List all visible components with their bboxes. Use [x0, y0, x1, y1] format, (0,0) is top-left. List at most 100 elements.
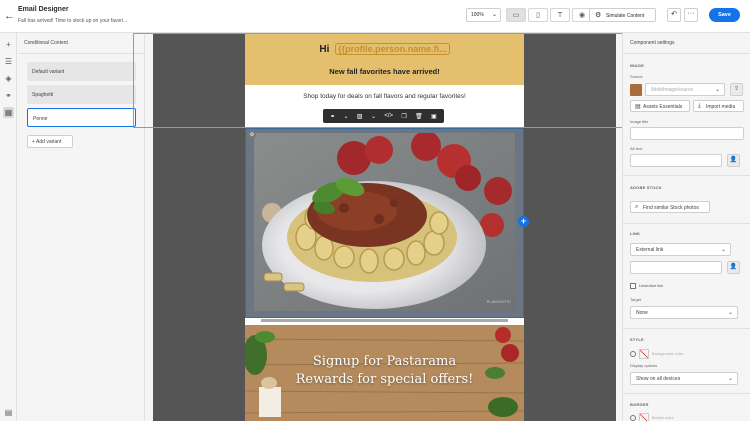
- chevron-down-icon: ⌄: [714, 87, 720, 93]
- color-swatch-none[interactable]: [639, 349, 649, 359]
- toggle-icon: [630, 415, 636, 421]
- source-value: /blob/image/source: [651, 87, 694, 93]
- divider: [623, 328, 750, 329]
- source-field[interactable]: /blob/image/source ⌄: [645, 83, 725, 96]
- personalization-token[interactable]: {{profile.person.name.fi...: [335, 43, 450, 55]
- gear-icon[interactable]: ⚙: [248, 131, 256, 139]
- banner-line-1: Signup for Pastarama: [312, 354, 457, 369]
- add-block-icon[interactable]: +: [518, 216, 529, 227]
- background-color-row[interactable]: Background color: [630, 349, 683, 359]
- eye-icon: ◉: [578, 12, 586, 19]
- simulate-label: Simulate Content: [606, 13, 645, 19]
- settings-rail-icon[interactable]: ▤: [3, 407, 14, 418]
- display-options-select[interactable]: Show on all devices ⌄: [630, 372, 738, 385]
- delete-icon[interactable]: 🗑: [415, 113, 423, 120]
- import-icon: ⤓: [698, 103, 701, 109]
- image-icon[interactable]: ▨: [357, 113, 363, 120]
- border-section-title: BORDER: [630, 402, 649, 407]
- variant-spaghetti[interactable]: Spaghetti: [27, 85, 136, 104]
- alt-text-field[interactable]: [630, 154, 722, 167]
- shop-text[interactable]: Shop today for deals on fall flavors and…: [245, 93, 524, 100]
- link-url-field[interactable]: [630, 261, 722, 274]
- image-credit: PLANTASTIC: [486, 299, 511, 304]
- variant-default[interactable]: Default variant: [27, 62, 136, 81]
- underline-label: Underline link: [639, 283, 664, 288]
- adobe-stock-section-title: ADOBE STOCK: [630, 185, 662, 190]
- back-arrow-icon[interactable]: ←: [4, 10, 15, 22]
- chevron-down-icon: ⌄: [727, 310, 733, 316]
- search-icon: ⌕: [635, 204, 639, 210]
- undo-button[interactable]: ↶: [667, 8, 681, 22]
- link-personalize-button[interactable]: 👤: [727, 261, 740, 274]
- layers-icon[interactable]: ◈: [3, 73, 14, 84]
- structure-icon[interactable]: ☰: [3, 56, 14, 67]
- import-media-button[interactable]: ⤓ Import media: [693, 100, 744, 112]
- target-select[interactable]: None ⌄: [630, 306, 738, 319]
- border-color-row[interactable]: Border color: [630, 413, 674, 421]
- more-button[interactable]: ···: [684, 8, 698, 22]
- chevron-down-icon: ⌄: [727, 376, 733, 382]
- divider-line[interactable]: [261, 319, 508, 322]
- person-icon: 👤: [729, 264, 738, 270]
- assets-essentials-button[interactable]: ▤ Assets Essentials: [630, 100, 690, 112]
- pasta-image[interactable]: [254, 133, 515, 311]
- underline-checkbox[interactable]: [630, 283, 636, 289]
- display-value: Show on all devices: [636, 376, 681, 382]
- find-similar-button[interactable]: ⌕ Find similar Stock photos: [630, 201, 710, 213]
- text-icon: T: [557, 11, 563, 19]
- chevron-down-icon[interactable]: ⌄: [371, 113, 376, 120]
- undo-icon: ↶: [671, 11, 677, 18]
- image-thumbnail: [630, 84, 642, 96]
- email-canvas: Hi {{profile.person.name.fi... New fall …: [133, 33, 634, 421]
- zoom-select[interactable]: 100% ⌄: [466, 8, 501, 22]
- target-value: None: [636, 310, 648, 316]
- code-icon[interactable]: </>: [384, 113, 393, 119]
- mobile-icon: ▯: [536, 12, 540, 19]
- simulate-content-button[interactable]: ⚙ Simulate Content: [589, 8, 656, 22]
- border-label: Border color: [652, 415, 674, 421]
- save-fragment-icon[interactable]: ▣: [431, 113, 437, 120]
- variant-penne[interactable]: Penne: [27, 108, 136, 127]
- app-title: Email Designer: [18, 6, 69, 13]
- rewards-banner[interactable]: Signup for Pastarama Rewards for special…: [245, 325, 524, 421]
- conditional-content-icon[interactable]: ▦: [3, 107, 14, 118]
- duplicate-icon[interactable]: ❐: [401, 113, 406, 120]
- more-icon: ···: [687, 10, 695, 17]
- upload-icon: ⇪: [733, 86, 740, 92]
- asset-picker-button[interactable]: ⇪: [730, 83, 743, 96]
- chevron-down-icon[interactable]: ⌄: [344, 113, 349, 120]
- image-component[interactable]: PLANTASTIC: [245, 128, 524, 318]
- view-mode-group: ▭ ▯ T ◉: [506, 8, 594, 22]
- divider: [623, 175, 750, 176]
- display-options-label: Display options: [630, 363, 658, 368]
- add-variant-button[interactable]: + Add variant: [27, 135, 73, 148]
- headline: New fall favorites have arrived!: [329, 67, 440, 76]
- alt-text-label: Alt text: [630, 146, 643, 151]
- banner-line-2: Rewards for special offers!: [295, 372, 474, 387]
- divider: [18, 53, 145, 54]
- image-section-title: IMAGE: [630, 63, 645, 68]
- person-icon: 👤: [729, 157, 738, 163]
- top-bar: ← Email Designer Fall has arrived! Time …: [0, 0, 750, 33]
- save-button[interactable]: Save: [709, 8, 740, 22]
- image-title-field[interactable]: [630, 127, 744, 140]
- bg-color-label: Background color: [652, 351, 684, 357]
- alt-text-personalize-button[interactable]: 👤: [727, 154, 740, 167]
- link-type-select[interactable]: External link ⌄: [630, 243, 731, 256]
- image-title-label: Image title: [630, 119, 649, 124]
- link-type-value: External link: [636, 247, 664, 253]
- link-icon[interactable]: ⚭: [330, 113, 335, 120]
- zoom-value: 100%: [471, 12, 484, 18]
- mobile-view-button[interactable]: ▯: [528, 8, 548, 22]
- toggle-icon: [630, 351, 636, 357]
- text-view-button[interactable]: T: [550, 8, 570, 22]
- divider: [623, 53, 750, 54]
- desktop-view-button[interactable]: ▭: [506, 8, 526, 22]
- add-icon[interactable]: +: [3, 39, 14, 50]
- link-section-title: LINK: [630, 231, 641, 236]
- chevron-down-icon: ⌄: [491, 12, 497, 18]
- link-icon[interactable]: ⚭: [3, 90, 14, 101]
- email-header[interactable]: Hi {{profile.person.name.fi... New fall …: [245, 33, 524, 85]
- color-swatch-none[interactable]: [639, 413, 649, 421]
- component-toolbar: ⚭ ⌄ ▨ ⌄ </> ❐ 🗑 ▣: [323, 109, 444, 123]
